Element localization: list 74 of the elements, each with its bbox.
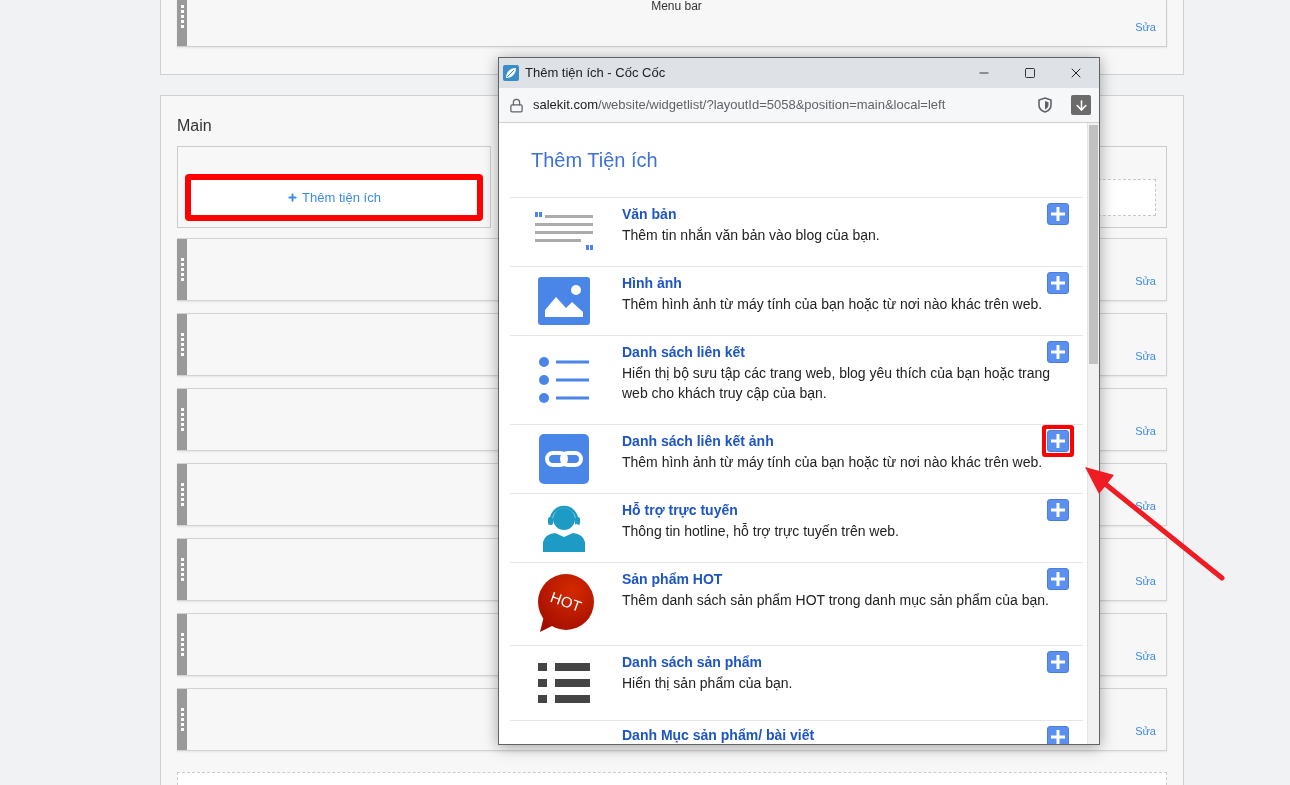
leaf-icon (503, 65, 519, 81)
widget-description: Thêm hình ảnh từ máy tính của bạn hoặc từ nơi nào khác trên web. (622, 453, 1044, 472)
drag-handle[interactable] (177, 689, 187, 750)
list-icon (538, 663, 590, 703)
widget-title: Danh sách sản phẩm (622, 653, 763, 671)
widget-description: Hiển thị bộ sưu tập các trang web, blog yêu thích của bạn hoặc trang web cho khách truy cập của bạn. (622, 364, 1052, 403)
edit-link[interactable]: Sửa (1135, 725, 1156, 738)
headset-person-icon (541, 504, 587, 552)
plus-icon (1051, 345, 1065, 359)
chain-link-icon (539, 434, 589, 484)
drag-handle[interactable] (177, 464, 187, 525)
text-lines-icon (535, 212, 593, 252)
widget-option[interactable]: Danh sách liên kết Hiển thị bộ sưu tập các trang web, blog yêu thích của bạn hoặc trang web cho khách truy cập của bạn. (510, 335, 1083, 424)
widget-description: Thông tin hotline, hỗ trợ trực tuyến trên web. (622, 522, 900, 541)
widget-description: Thêm tin nhắn văn bản vào blog của bạn. (622, 226, 881, 245)
add-widget-button[interactable] (1047, 203, 1069, 225)
popup-heading: Thêm Tiện ích (531, 148, 658, 172)
add-widget-button[interactable] (1047, 568, 1069, 590)
add-widget-button[interactable] (1047, 651, 1069, 673)
widget-option[interactable]: Hỗ trợ trực tuyến Thông tin hotline, hỗ trợ trực tuyến trên web. (510, 493, 1083, 562)
drag-handle[interactable] (177, 0, 187, 46)
add-widget-button[interactable] (1047, 499, 1069, 521)
drag-handle[interactable] (177, 539, 187, 600)
widget-title: Hỗ trợ trực tuyến (622, 501, 738, 519)
maximize-icon (1024, 67, 1036, 79)
widget-title: Danh sách liên kết (622, 343, 745, 361)
widget-description: Hiển thị sản phẩm của bạn. (622, 674, 794, 693)
widget-title: Danh sách liên kết ảnh (622, 432, 774, 450)
edit-link[interactable]: Sửa (1135, 425, 1156, 438)
edit-link[interactable]: Sửa (1135, 350, 1156, 363)
plus-icon (1051, 503, 1065, 517)
section-title: Main (177, 116, 212, 136)
drag-handle[interactable] (177, 614, 187, 675)
lock-icon (509, 97, 524, 113)
widget-option[interactable]: Văn bản Thêm tin nhắn văn bản vào blog của bạn. (510, 197, 1083, 266)
plus-icon (1051, 276, 1065, 290)
shield-icon[interactable] (1038, 97, 1052, 113)
url-text: salekit.com/website/widgetlist/?layoutId=5058&position=main&local=left (533, 96, 946, 115)
download-button[interactable] (1071, 95, 1091, 115)
scrollbar-thumb[interactable] (1089, 125, 1098, 364)
add-widget-button[interactable] (1047, 341, 1069, 363)
image-icon (538, 277, 590, 325)
widget-title: Hình ảnh (622, 274, 682, 292)
widget-title: Danh Mục sản phẩm/ bài viết (622, 726, 815, 744)
widget-description: Thêm hình ảnh từ máy tính của bạn hoặc từ nơi nào khác trên web. (622, 295, 1044, 314)
add-widget-button[interactable] (1047, 726, 1069, 744)
edit-link[interactable]: Sửa (1135, 650, 1156, 663)
edit-link[interactable]: Sửa (1135, 21, 1156, 34)
widget-option[interactable]: Hình ảnh Thêm hình ảnh từ máy tính của bạn hoặc từ nơi nào khác trên web. (510, 266, 1083, 335)
widget-title: Sản phẩm HOT (622, 570, 723, 588)
widget-option[interactable]: HOT Sản phẩm HOT Thêm danh sách sản phẩm HOT trong danh mục sản phẩm của bạn. (510, 562, 1083, 645)
widget-title: Văn bản (622, 205, 677, 223)
edit-link[interactable]: Sửa (1135, 575, 1156, 588)
widget-label: Menu bar (651, 0, 702, 12)
plus-icon (287, 192, 299, 203)
bullet-list-icon (539, 356, 589, 404)
plus-icon (1051, 572, 1065, 586)
drag-handle[interactable] (177, 389, 187, 450)
add-widget-button[interactable] (1047, 272, 1069, 294)
plus-icon (1051, 434, 1065, 448)
drag-handle[interactable] (177, 314, 187, 375)
drag-handle[interactable] (177, 239, 187, 300)
widget-option[interactable]: Danh sách liên kết ảnh Thêm hình ảnh từ máy tính của bạn hoặc từ nơi nào khác trên web. (510, 424, 1083, 493)
add-widget-button[interactable]: Thêm tiện ích (185, 174, 483, 221)
widget-option[interactable]: Danh sách sản phẩm Hiển thị sản phẩm của bạn. (510, 645, 1083, 720)
scrollbar[interactable] (1087, 123, 1099, 744)
window-title: Thêm tiện ích - Cốc Cốc (525, 64, 666, 83)
plus-icon (1051, 655, 1065, 669)
widget-option[interactable]: Danh Mục sản phẩm/ bài viết (510, 720, 1083, 744)
plus-icon (1051, 207, 1065, 221)
download-icon (1073, 97, 1089, 113)
widget-description: Thêm danh sách sản phẩm HOT trong danh mục sản phẩm của bạn. (622, 591, 1050, 610)
address-bar[interactable]: salekit.com/website/widgetlist/?layoutId=5058&position=main&local=left (499, 88, 1099, 123)
edit-link[interactable]: Sửa (1135, 275, 1156, 288)
